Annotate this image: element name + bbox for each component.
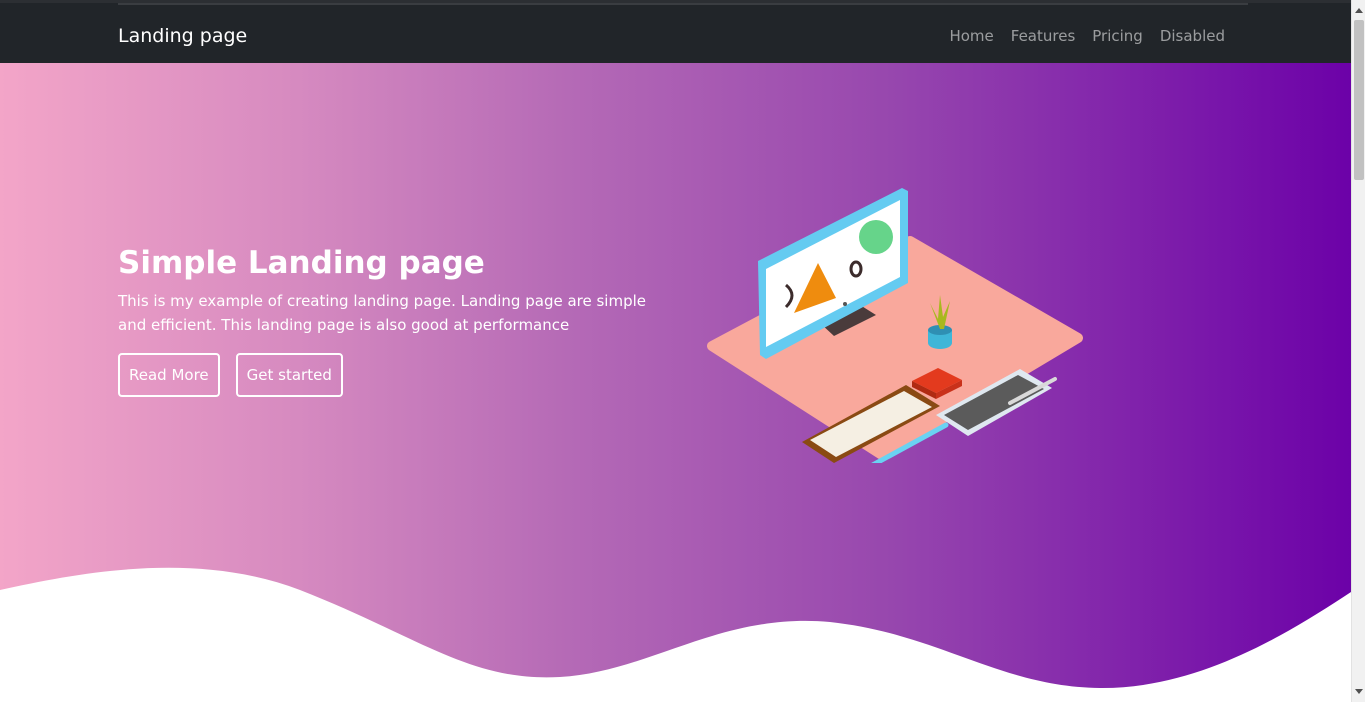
navbar-top-divider [118, 3, 1248, 5]
nav-links: Home Features Pricing Disabled [949, 26, 1225, 46]
scrollbar-thumb[interactable] [1354, 20, 1364, 180]
hero-description: This is my example of creating landing p… [118, 292, 646, 334]
monitor-dot [843, 302, 847, 306]
page-scrollbar[interactable] [1351, 0, 1365, 702]
nav-link-pricing[interactable]: Pricing [1092, 26, 1143, 46]
desk-illustration [707, 188, 1083, 463]
hero-buttons: Read More Get started [118, 353, 343, 397]
hero-wave [0, 567, 1351, 702]
nav-link-disabled: Disabled [1159, 27, 1225, 45]
get-started-button[interactable]: Get started [235, 353, 343, 397]
brand-link[interactable]: Landing page [118, 23, 247, 49]
scroll-up-icon[interactable] [1355, 8, 1363, 13]
navbar: Landing page Home Features Pricing Disab… [0, 0, 1351, 63]
screen-green-circle [859, 220, 893, 254]
hero-section: Simple Landing page This is my example o… [0, 63, 1351, 702]
hero-title: Simple Landing page [118, 245, 485, 281]
nav-link-features[interactable]: Features [1011, 26, 1076, 46]
read-more-button[interactable]: Read More [118, 353, 220, 397]
nav-link-home[interactable]: Home [949, 26, 993, 46]
scroll-down-icon[interactable] [1355, 689, 1363, 694]
